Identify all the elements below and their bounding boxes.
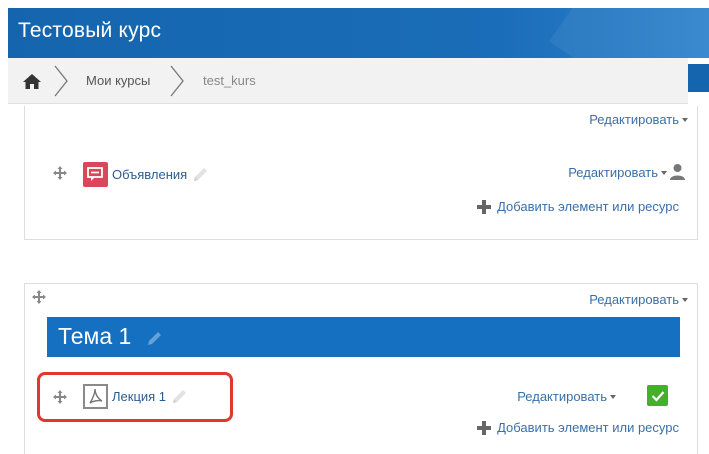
course-title: Тестовый курс <box>18 19 162 42</box>
caret-down-icon <box>682 297 688 302</box>
pencil-icon[interactable] <box>145 330 163 348</box>
section-edit-menu[interactable]: Редактировать <box>589 292 688 307</box>
plus-icon <box>477 199 492 214</box>
caret-down-icon <box>682 117 688 122</box>
activity-name-label: Объявления <box>112 167 188 182</box>
activity-edit-menu[interactable]: Редактировать <box>568 165 667 180</box>
plus-icon <box>477 420 492 435</box>
topic-title: Тема 1 <box>58 323 132 349</box>
activity-edit-label: Редактировать <box>568 165 658 180</box>
activity-edit-menu[interactable]: Редактировать <box>517 389 616 404</box>
pencil-icon[interactable] <box>191 166 209 184</box>
breadcrumb-current-course[interactable]: test_kurs <box>203 58 256 103</box>
home-icon[interactable] <box>22 58 42 103</box>
header-decoration <box>549 8 709 58</box>
sidebar-toggle[interactable] <box>688 64 709 92</box>
caret-down-icon <box>661 170 667 175</box>
highlight-frame <box>37 372 233 422</box>
breadcrumb-my-courses[interactable]: Мои курсы <box>86 58 150 103</box>
topic-title-band: Тема 1 <box>47 317 680 357</box>
forum-icon <box>83 162 108 187</box>
move-icon[interactable] <box>32 290 46 304</box>
add-activity-label: Добавить элемент или ресурс <box>497 420 679 435</box>
section-edit-label: Редактировать <box>589 112 679 127</box>
section-general: Редактировать Объявления Редактировать Д… <box>24 106 698 240</box>
activity-announcements[interactable]: Объявления <box>83 162 209 187</box>
course-header: Тестовый курс <box>8 8 709 58</box>
add-activity-label: Добавить элемент или ресурс <box>497 199 679 214</box>
caret-down-icon <box>610 394 616 399</box>
breadcrumb-separator-icon <box>52 58 70 103</box>
add-activity-link[interactable]: Добавить элемент или ресурс <box>477 420 679 435</box>
checkmark-icon <box>651 390 664 402</box>
breadcrumb-separator-icon <box>168 58 186 103</box>
completion-checkbox[interactable] <box>647 385 668 406</box>
section-edit-menu[interactable]: Редактировать <box>589 112 688 127</box>
move-icon[interactable] <box>53 166 67 180</box>
breadcrumb: Мои курсы test_kurs <box>8 58 688 104</box>
section-topic-1: Редактировать Тема 1 Лекция 1 Редактиров… <box>24 283 698 454</box>
section-edit-label: Редактировать <box>589 292 679 307</box>
activity-edit-label: Редактировать <box>517 389 607 404</box>
user-group-icon[interactable] <box>669 163 686 181</box>
add-activity-link[interactable]: Добавить элемент или ресурс <box>477 199 679 214</box>
